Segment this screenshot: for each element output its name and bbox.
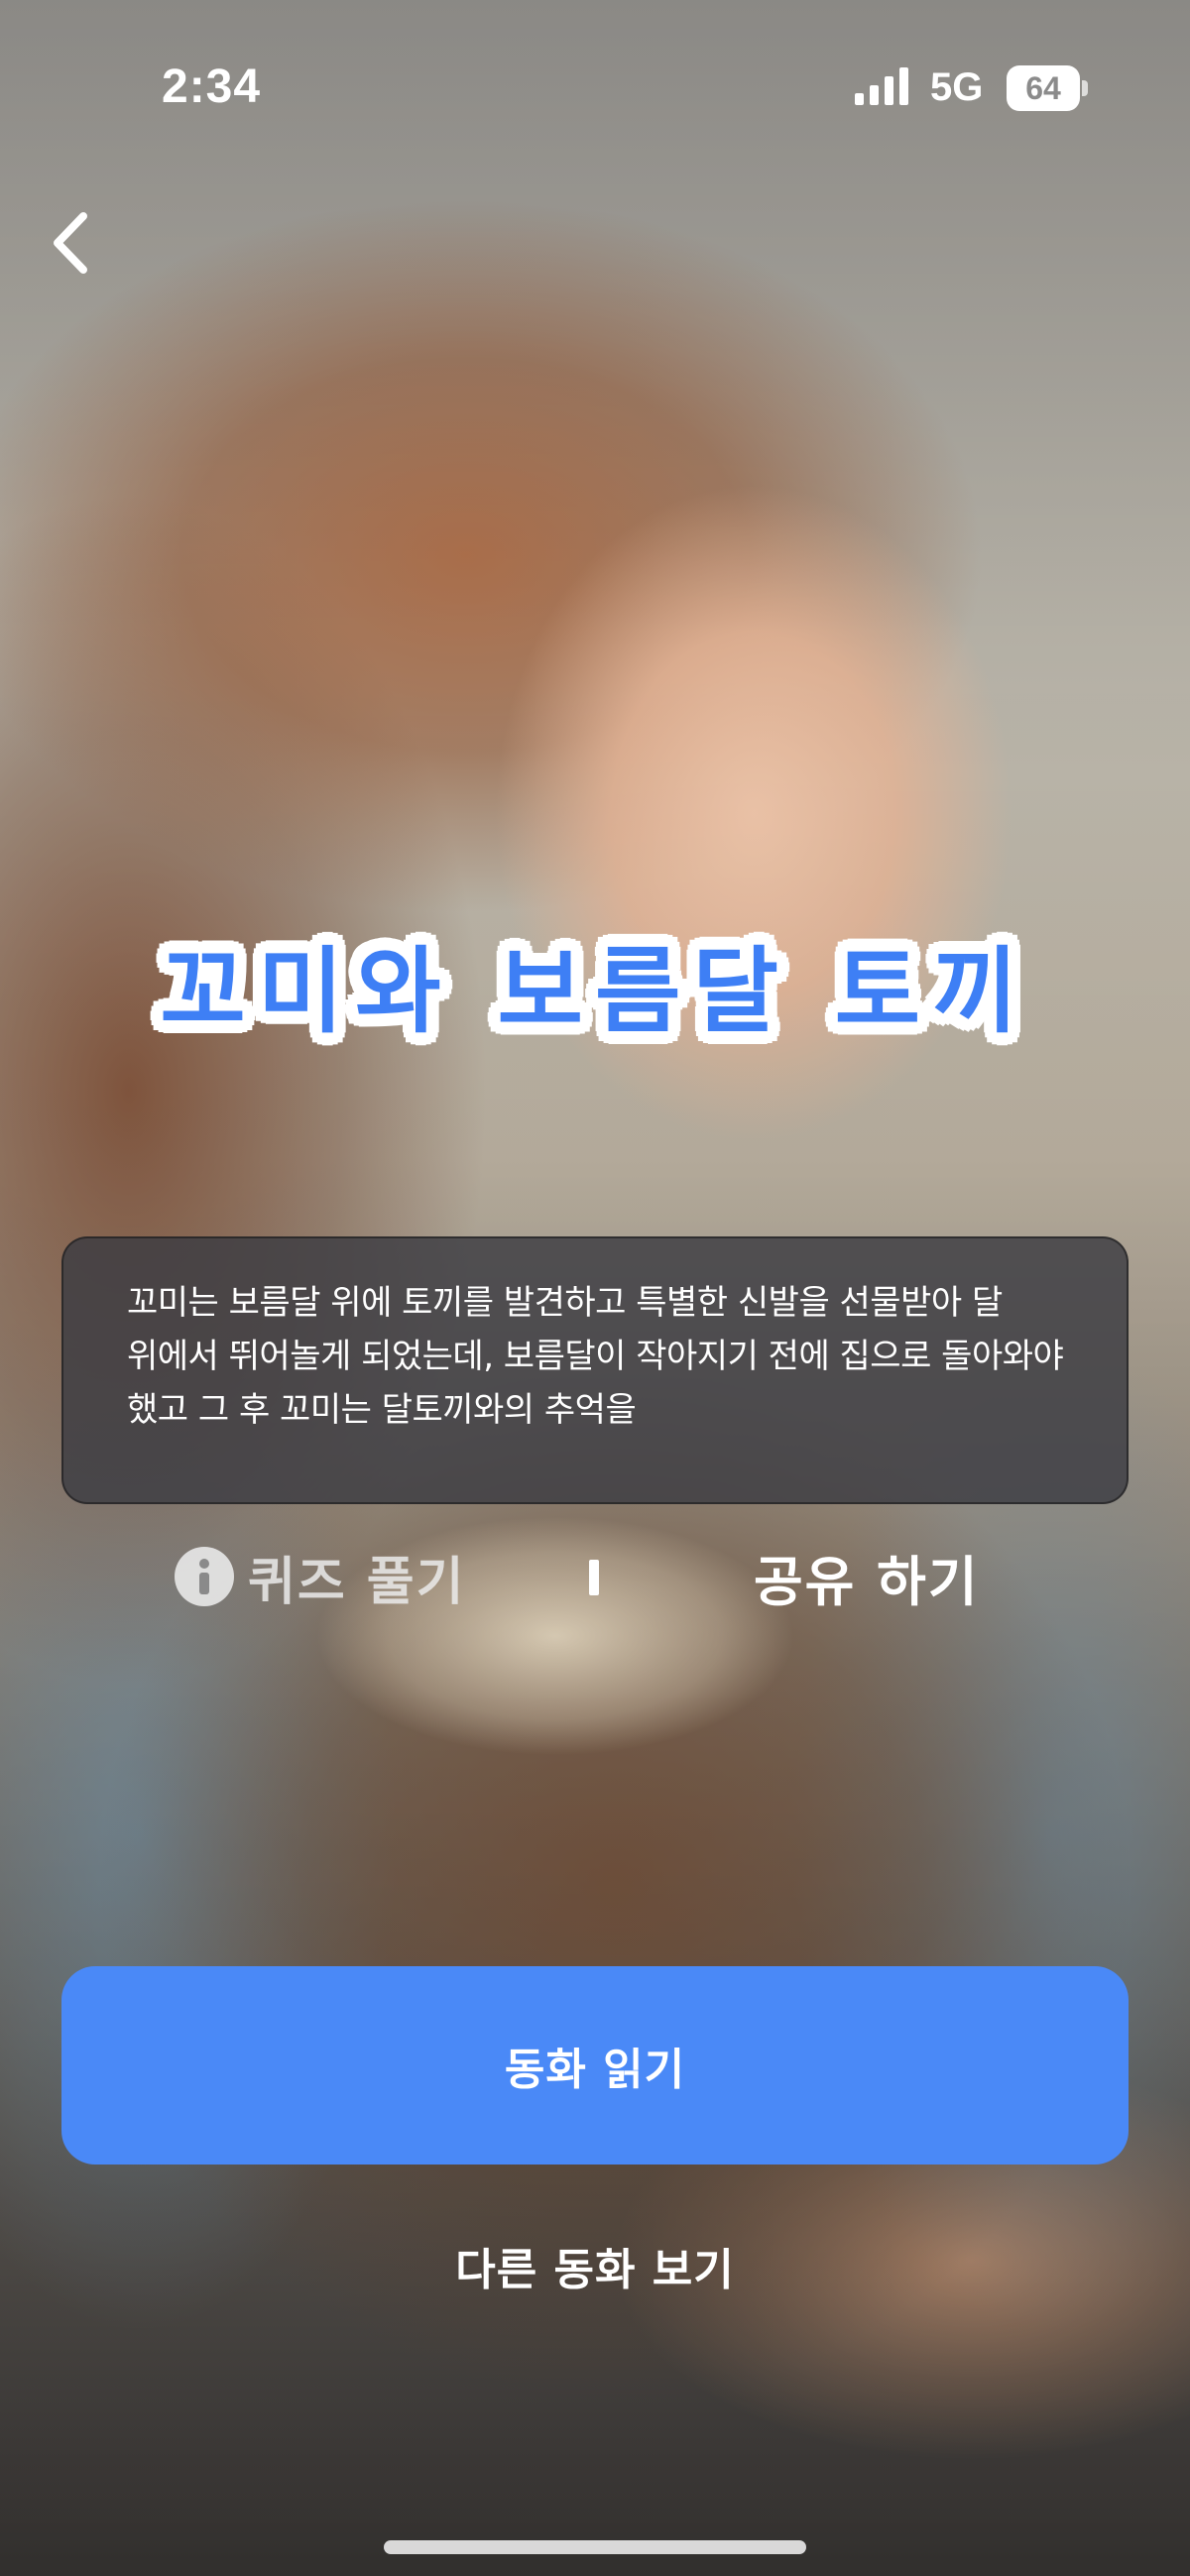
summary-card: 꼬미는 보름달 위에 토끼를 발견하고 특별한 신발을 선물받아 달 위에서 뛰… bbox=[61, 1236, 1129, 1504]
other-stories-button[interactable]: 다른 동화 보기 bbox=[298, 2221, 892, 2310]
battery-level: 64 bbox=[1025, 70, 1061, 106]
read-story-button[interactable]: 동화 읽기 bbox=[61, 1966, 1129, 2165]
chevron-left-icon bbox=[54, 212, 87, 274]
summary-text: 꼬미는 보름달 위에 토끼를 발견하고 특별한 신발을 선물받아 달 위에서 뛰… bbox=[127, 1283, 1064, 1430]
info-icon bbox=[175, 1547, 234, 1606]
network-label: 5G bbox=[930, 65, 984, 109]
info-glyph bbox=[199, 1559, 209, 1594]
signal-icon bbox=[855, 67, 908, 105]
battery-icon: 64 bbox=[1007, 65, 1088, 111]
quiz-label: 퀴즈 풀기 bbox=[248, 1552, 466, 1612]
read-story-label: 동화 읽기 bbox=[504, 2045, 686, 2095]
home-indicator[interactable] bbox=[384, 2540, 806, 2554]
status-bar: 2:34 5G 64 bbox=[0, 0, 1190, 178]
story-detail-screen: 2:34 5G 64 꼬미와 보름달 토끼 꼬미는 보름달 위에 토끼를 발견하… bbox=[0, 0, 1190, 2576]
other-stories-label: 다른 동화 보기 bbox=[455, 2245, 735, 2295]
share-label: 공유 하기 bbox=[754, 1550, 980, 1613]
share-button[interactable]: 공유 하기 bbox=[754, 1532, 980, 1621]
back-button[interactable] bbox=[30, 198, 109, 288]
action-divider bbox=[589, 1560, 599, 1595]
battery-cap bbox=[1082, 80, 1088, 96]
quiz-button[interactable]: 퀴즈 풀기 bbox=[175, 1532, 465, 1621]
action-row: 퀴즈 풀기 공유 하기 bbox=[0, 1532, 1190, 1621]
story-title: 꼬미와 보름달 토끼 bbox=[160, 938, 1030, 1046]
status-time: 2:34 bbox=[162, 60, 262, 113]
